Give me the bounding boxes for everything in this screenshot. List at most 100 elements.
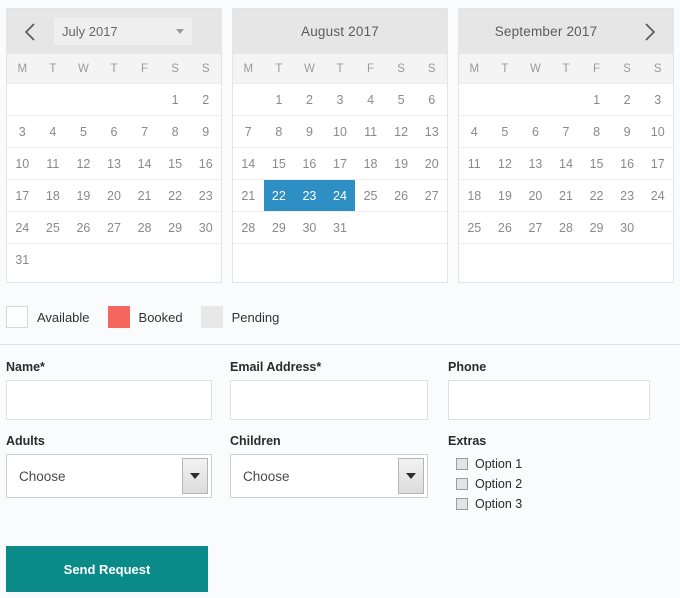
calendar-day[interactable]: 13 (520, 148, 551, 179)
calendar-day[interactable]: 25 (355, 180, 386, 211)
calendar-day[interactable]: 2 (190, 84, 221, 115)
calendar-day[interactable]: 8 (264, 116, 295, 147)
calendar-day[interactable]: 23 (190, 180, 221, 211)
extras-option-row[interactable]: Option 2 (456, 474, 650, 494)
calendar-day[interactable]: 19 (68, 180, 99, 211)
calendar-day[interactable]: 1 (581, 84, 612, 115)
calendar-day[interactable]: 18 (38, 180, 69, 211)
calendar-day[interactable]: 6 (416, 84, 447, 115)
calendar-day[interactable]: 9 (612, 116, 643, 147)
calendar-day[interactable]: 23 (612, 180, 643, 211)
calendar-day[interactable]: 30 (294, 212, 325, 243)
calendar-day[interactable]: 26 (490, 212, 521, 243)
calendar-day[interactable]: 24 (324, 180, 356, 211)
calendar-day[interactable]: 12 (490, 148, 521, 179)
calendar-day[interactable]: 3 (325, 84, 356, 115)
phone-input[interactable] (448, 380, 650, 420)
calendar-day[interactable]: 9 (294, 116, 325, 147)
calendar-day[interactable]: 16 (294, 148, 325, 179)
next-month-button[interactable] (633, 9, 667, 54)
month-select-july[interactable]: July 2017 (54, 18, 192, 45)
name-input[interactable] (6, 380, 212, 420)
calendar-day[interactable]: 30 (190, 212, 221, 243)
calendar-day[interactable]: 25 (38, 212, 69, 243)
calendar-day[interactable]: 28 (233, 212, 264, 243)
calendar-day[interactable]: 16 (190, 148, 221, 179)
calendar-day[interactable]: 12 (68, 148, 99, 179)
calendar-day[interactable]: 14 (233, 148, 264, 179)
calendar-day[interactable]: 5 (68, 116, 99, 147)
calendar-day[interactable]: 20 (520, 180, 551, 211)
calendar-day[interactable]: 20 (99, 180, 130, 211)
calendar-day[interactable]: 16 (612, 148, 643, 179)
calendar-day[interactable]: 31 (7, 244, 38, 276)
calendar-day[interactable]: 27 (520, 212, 551, 243)
extras-option-row[interactable]: Option 1 (456, 454, 650, 474)
calendar-day[interactable]: 15 (581, 148, 612, 179)
calendar-day[interactable]: 23 (294, 180, 325, 211)
calendar-day[interactable]: 7 (129, 116, 160, 147)
calendar-day[interactable]: 5 (386, 84, 417, 115)
calendar-day[interactable]: 26 (386, 180, 417, 211)
calendar-day[interactable]: 6 (99, 116, 130, 147)
calendar-day[interactable]: 22 (581, 180, 612, 211)
calendar-day[interactable]: 10 (642, 116, 673, 147)
calendar-day[interactable]: 26 (68, 212, 99, 243)
calendar-day[interactable]: 27 (99, 212, 130, 243)
calendar-day[interactable]: 28 (129, 212, 160, 243)
calendar-day[interactable]: 11 (459, 148, 490, 179)
calendar-day[interactable]: 14 (551, 148, 582, 179)
calendar-day[interactable]: 17 (325, 148, 356, 179)
calendar-day[interactable]: 20 (416, 148, 447, 179)
calendar-day[interactable]: 14 (129, 148, 160, 179)
calendar-day[interactable]: 11 (355, 116, 386, 147)
children-dropdown-button[interactable] (398, 458, 424, 494)
calendar-day[interactable]: 28 (551, 212, 582, 243)
calendar-day[interactable]: 9 (190, 116, 221, 147)
calendar-day[interactable]: 4 (38, 116, 69, 147)
calendar-day[interactable]: 19 (386, 148, 417, 179)
calendar-day[interactable]: 15 (160, 148, 191, 179)
extras-option-row[interactable]: Option 3 (456, 494, 650, 514)
prev-month-button[interactable] (13, 9, 47, 54)
adults-dropdown-button[interactable] (182, 458, 208, 494)
calendar-day[interactable]: 11 (38, 148, 69, 179)
checkbox-icon[interactable] (456, 478, 468, 490)
calendar-day[interactable]: 21 (129, 180, 160, 211)
calendar-day[interactable]: 19 (490, 180, 521, 211)
calendar-day[interactable]: 6 (520, 116, 551, 147)
calendar-day[interactable]: 10 (7, 148, 38, 179)
calendar-day[interactable]: 29 (160, 212, 191, 243)
calendar-day[interactable]: 24 (642, 180, 673, 211)
calendar-day[interactable]: 29 (581, 212, 612, 243)
children-select[interactable]: Choose (230, 454, 428, 498)
checkbox-icon[interactable] (456, 458, 468, 470)
calendar-day[interactable]: 13 (416, 116, 447, 147)
calendar-day[interactable]: 18 (459, 180, 490, 211)
calendar-day[interactable]: 25 (459, 212, 490, 243)
calendar-day[interactable]: 4 (355, 84, 386, 115)
calendar-day[interactable]: 27 (416, 180, 447, 211)
email-input[interactable] (230, 380, 428, 420)
calendar-day[interactable]: 15 (264, 148, 295, 179)
calendar-day[interactable]: 18 (355, 148, 386, 179)
calendar-day[interactable]: 12 (386, 116, 417, 147)
calendar-day[interactable]: 13 (99, 148, 130, 179)
calendar-day[interactable]: 3 (642, 84, 673, 115)
calendar-day[interactable]: 22 (263, 180, 295, 211)
calendar-day[interactable]: 17 (7, 180, 38, 211)
calendar-day[interactable]: 10 (325, 116, 356, 147)
calendar-day[interactable]: 1 (264, 84, 295, 115)
send-request-button[interactable]: Send Request (6, 546, 208, 592)
calendar-day[interactable]: 2 (294, 84, 325, 115)
calendar-day[interactable]: 17 (642, 148, 673, 179)
calendar-day[interactable]: 21 (551, 180, 582, 211)
calendar-day[interactable]: 8 (160, 116, 191, 147)
calendar-day[interactable]: 21 (233, 180, 264, 211)
calendar-day[interactable]: 31 (325, 212, 356, 243)
adults-select[interactable]: Choose (6, 454, 212, 498)
calendar-day[interactable]: 7 (551, 116, 582, 147)
calendar-day[interactable]: 7 (233, 116, 264, 147)
calendar-day[interactable]: 1 (160, 84, 191, 115)
calendar-day[interactable]: 30 (612, 212, 643, 243)
